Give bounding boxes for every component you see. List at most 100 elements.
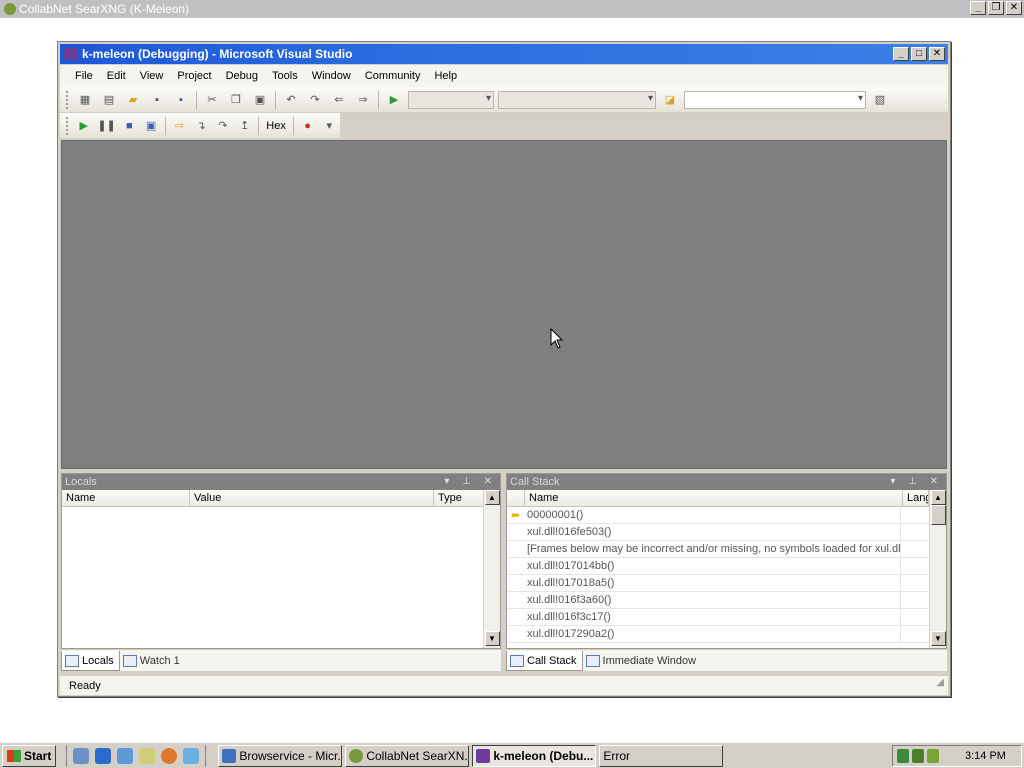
restart-icon[interactable]: ▣ [144,118,158,134]
step-out-icon[interactable]: ↥ [238,118,252,134]
task-collabnet[interactable]: CollabNet SearXN... [345,744,470,767]
locals-col-name[interactable]: Name [62,490,190,506]
cut-icon[interactable]: ✂ [204,92,220,108]
menu-debug[interactable]: Debug [219,70,265,82]
table-row[interactable]: xul.dll!017290a2() [507,626,946,643]
locals-col-value[interactable]: Value [190,490,434,506]
table-row[interactable]: xul.dll!016fe503() [507,524,946,541]
call-stack-icon [510,654,524,667]
redo-icon[interactable]: ↷ [307,92,323,108]
tab-locals[interactable]: Locals [61,651,120,671]
new-project-icon[interactable]: ▦ [77,92,93,108]
vs-close-button[interactable]: ✕ [929,47,945,61]
call-stack-scrollbar[interactable]: ▲ ▼ [929,490,946,648]
navigate-back-icon[interactable]: ⇐ [331,92,347,108]
locals-scrollbar[interactable]: ▲ ▼ [483,490,500,648]
vs-minimize-button[interactable]: _ [893,47,909,61]
start-button[interactable]: Start [2,744,57,767]
find-in-files-icon[interactable]: ◪ [662,92,678,108]
kmeleon-icon [4,3,16,15]
table-row[interactable]: xul.dll!017018a5() [507,575,946,592]
locals-icon [65,654,79,667]
firefox-icon[interactable] [161,747,178,764]
copy-icon[interactable]: ❐ [228,92,244,108]
search-icon[interactable] [139,747,156,764]
locals-pane-header: Locals ▾ ⊥ ✕ [62,474,500,490]
outer-restore-button[interactable]: ❐ [988,1,1004,15]
network-icon[interactable] [117,747,134,764]
show-next-statement-icon[interactable]: ⇨ [173,118,187,134]
resize-grip-icon[interactable]: ◢ [936,673,944,693]
solution-explorer-icon[interactable]: ▧ [872,92,888,108]
task-kmeleon-debugging[interactable]: k-meleon (Debu... [472,744,597,767]
locals-col-type[interactable]: Type [434,490,484,506]
table-row[interactable]: [Frames below may be incorrect and/or mi… [507,541,946,558]
paste-icon[interactable]: ▣ [252,92,268,108]
menu-project[interactable]: Project [170,70,218,82]
internet-explorer-icon[interactable] [95,747,112,764]
navigate-forward-icon[interactable]: ⇒ [355,92,371,108]
outer-close-button[interactable]: ✕ [1006,1,1022,15]
scroll-down-icon[interactable]: ▼ [484,631,500,646]
call-stack-col-language[interactable]: Langu [903,490,929,506]
pane-controls[interactable]: ▾ ⊥ ✕ [890,474,943,490]
break-all-icon[interactable]: ❚❚ [97,118,115,134]
task-error[interactable]: Error [599,744,724,767]
menu-tools[interactable]: Tools [265,70,305,82]
task-browservice[interactable]: Browservice - Micr... [218,744,343,767]
call-stack-col-name[interactable]: Name [525,490,903,506]
step-into-icon[interactable]: ↴ [194,118,208,134]
menu-window[interactable]: Window [305,70,358,82]
breakpoints-icon[interactable]: ● [301,118,315,134]
undo-icon[interactable]: ↶ [283,92,299,108]
tab-immediate-window[interactable]: Immediate Window [583,651,702,671]
menu-edit[interactable]: Edit [100,70,133,82]
hex-toggle-button[interactable]: Hex [262,120,290,132]
stop-debugging-icon[interactable]: ■ [123,118,137,134]
table-row[interactable]: ➨ 00000001() [507,507,946,524]
tab-call-stack[interactable]: Call Stack [506,651,583,671]
scroll-thumb[interactable] [930,505,946,525]
toolbar-grip[interactable] [66,116,69,135]
table-row[interactable]: xul.dll!017014bb() [507,558,946,575]
scroll-up-icon[interactable]: ▲ [484,490,500,505]
toolbar-options-chevron-icon[interactable]: ▾ [322,118,336,134]
save-icon[interactable]: ▪ [149,92,165,108]
solution-config-dropdown[interactable] [408,90,494,109]
table-row[interactable]: xul.dll!016f3a60() [507,592,946,609]
clock[interactable]: 3:14 PM [965,750,1006,762]
continue-icon[interactable]: ▶ [77,118,91,134]
menu-file[interactable]: File [68,70,100,82]
scroll-up-icon[interactable]: ▲ [930,490,946,505]
solution-platform-dropdown[interactable] [498,90,656,109]
vs-maximize-button[interactable]: □ [911,47,927,61]
menu-help[interactable]: Help [427,70,464,82]
step-over-icon[interactable]: ↷ [216,118,230,134]
pane-controls[interactable]: ▾ ⊥ ✕ [444,474,497,490]
show-desktop-icon[interactable] [73,747,90,764]
immediate-window-icon [585,655,600,667]
task-label: Error [603,748,631,763]
open-file-icon[interactable]: ▰ [125,92,141,108]
toolbar-grip[interactable] [66,90,69,109]
save-all-icon[interactable]: ▪ [173,92,189,108]
tab-watch-1[interactable]: Watch 1 [120,651,185,671]
tray-app-icon[interactable] [912,749,924,763]
visual-studio-icon[interactable] [183,747,200,764]
status-bar: Ready ◢ [60,675,948,695]
menu-view[interactable]: View [133,70,171,82]
tab-label: Call Stack [527,654,577,667]
frame-name: xul.dll!017290a2() [525,626,901,642]
outer-minimize-button[interactable]: _ [970,1,986,15]
scroll-down-icon[interactable]: ▼ [930,631,946,646]
find-dropdown[interactable] [684,90,866,109]
tray-app-icon[interactable] [897,749,909,763]
frame-name: xul.dll!017014bb() [525,558,901,574]
add-item-icon[interactable]: ▤ [101,92,117,108]
menu-community[interactable]: Community [358,70,428,82]
table-row[interactable]: xul.dll!016f3c17() [507,609,946,626]
frame-name: xul.dll!016f3c17() [525,609,901,625]
start-debugging-icon[interactable]: ▶ [386,92,402,108]
tray-app-icon[interactable] [927,749,939,763]
vs-window-title: k-meleon (Debugging) - Microsoft Visual … [82,47,353,61]
